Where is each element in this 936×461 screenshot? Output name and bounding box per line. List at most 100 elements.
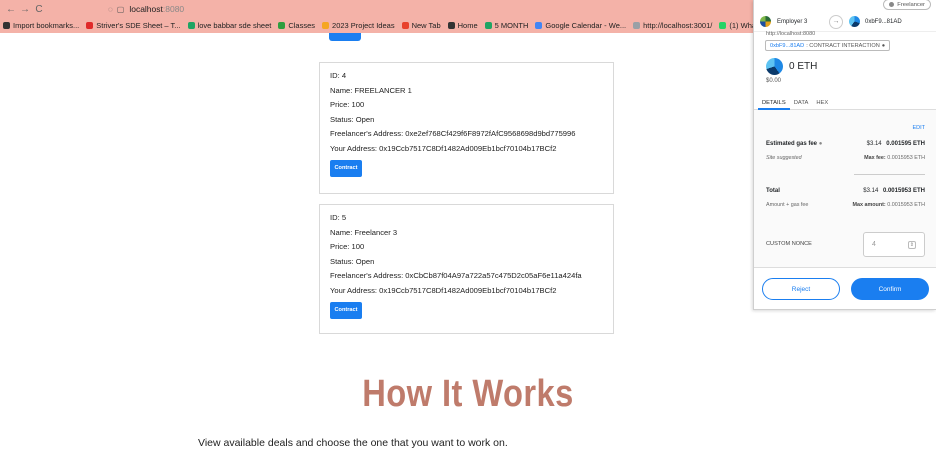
bookmark-favicon-icon <box>322 22 330 29</box>
bookmark-item[interactable]: Import bookmarks... <box>3 21 79 30</box>
gas-fee-eth: 0.001595 ETH <box>886 141 925 147</box>
bookmark-label: Home <box>457 21 478 30</box>
eth-amount: 0 ETH <box>789 61 818 72</box>
bookmark-label: http://localhost:3001/ <box>643 21 713 30</box>
address-bar[interactable]: ◌ ▢ localhost:8080 <box>104 2 188 16</box>
nonce-value: 4 <box>872 241 876 248</box>
screen: ← → C ◌ ▢ localhost:8080 Import bookmark… <box>0 0 936 461</box>
details-divider <box>854 174 925 175</box>
bookmark-favicon-icon <box>86 22 94 29</box>
info-icon: ● <box>818 141 823 147</box>
arrow-right-icon: → <box>829 14 843 29</box>
forward-arrow-icon[interactable]: → <box>18 4 32 15</box>
bookmark-item[interactable]: 2023 Project Ideas <box>322 21 395 30</box>
contract-button-partial[interactable] <box>329 33 361 41</box>
total-usd: $3.14 <box>863 188 879 194</box>
bookmark-label: Striver's SDE Sheet – T... <box>96 21 181 30</box>
origin-url: http://localhost:8080 <box>766 31 816 36</box>
bookmark-item[interactable]: 5 MONTH <box>484 21 529 30</box>
edit-link[interactable]: EDIT <box>912 125 925 131</box>
bookmark-item[interactable]: http://localhost:3001/ <box>633 21 712 30</box>
tab-hex[interactable]: HEX <box>812 96 832 110</box>
network-selector[interactable]: Freelancer <box>883 0 931 10</box>
bookmark-favicon-icon <box>719 22 727 29</box>
bookmark-label: 2023 Project Ideas <box>332 21 395 30</box>
deal-status: Status: Open <box>330 114 375 124</box>
deal-name: Name: FREELANCER 1 <box>330 85 412 95</box>
bookmark-label: 5 MONTH <box>494 21 529 30</box>
bookmark-label: Google Calendar - We... <box>545 21 627 30</box>
deal-price: Price: 100 <box>330 100 365 109</box>
freelancer-address: Freelancer's Address: 0xe2ef768Cf429f6F8… <box>330 129 576 138</box>
gas-fee-label: Estimated gas fee ● <box>766 141 823 147</box>
deal-name: Name: Freelancer 3 <box>330 227 398 237</box>
network-dot-icon <box>889 2 895 7</box>
bookmark-favicon-icon <box>401 22 409 29</box>
bookmark-favicon-icon <box>3 22 10 29</box>
deal-id: ID: 5 <box>330 213 347 222</box>
from-account-name[interactable]: Employer 3 <box>777 19 829 25</box>
bookmark-label: Classes <box>288 21 316 30</box>
how-it-works-title: How It Works <box>362 373 574 415</box>
back-arrow-icon[interactable]: ← <box>4 4 18 15</box>
url-host: localhost <box>129 4 163 14</box>
total-eth: 0.0015953 ETH <box>882 188 925 194</box>
max-amount: Max amount: 0.0015953 ETH <box>852 202 925 208</box>
deal-id: ID: 4 <box>330 71 347 80</box>
amount-row: 0 ETH <box>766 58 817 75</box>
site-suggested-label: Site suggested <box>766 155 802 161</box>
network-name: Freelancer <box>897 1 925 8</box>
popup-header: Freelancer <box>754 0 936 12</box>
tab-details[interactable]: DETAILS <box>758 96 790 110</box>
popup-tabs: DETAILS DATA HEX <box>754 96 936 110</box>
freelancer-address: Freelancer's Address: 0xCbCb87f04A97a722… <box>330 271 582 280</box>
bookmark-item[interactable]: Home <box>447 21 478 30</box>
total-label: Total <box>766 188 780 194</box>
bookmark-label: Import bookmarks... <box>13 21 80 30</box>
bookmark-item[interactable]: Google Calendar - We... <box>535 21 626 30</box>
reload-icon[interactable]: C <box>32 4 46 15</box>
url-port: :8080 <box>162 4 185 14</box>
page-icon: ▢ <box>116 4 125 14</box>
contract-address: 0xbF9...81AD <box>770 42 805 49</box>
max-fee: Max fee: 0.0015953 ETH <box>864 155 925 161</box>
deal-card: ID: 4 Name: FREELANCER 1 Price: 100 Stat… <box>319 62 614 194</box>
deal-card: ID: 5 Name: Freelancer 3 Price: 100 Stat… <box>319 204 614 334</box>
to-account-avatar-icon <box>849 16 860 27</box>
details-panel: EDIT Estimated gas fee ● $3.14 0.001595 … <box>754 110 936 267</box>
bookmark-item[interactable]: Striver's SDE Sheet – T... <box>86 21 181 30</box>
tab-data[interactable]: DATA <box>790 96 813 110</box>
gas-fee-value: $3.14 0.001595 ETH <box>867 141 925 147</box>
to-account-address[interactable]: 0xbF9...81AD <box>865 19 902 25</box>
eth-logo-icon <box>766 58 783 75</box>
confirm-button[interactable]: Confirm <box>851 278 929 300</box>
contract-button[interactable]: Contract <box>330 302 362 319</box>
reject-button[interactable]: Reject <box>762 278 840 300</box>
shield-icon: ◌ <box>108 4 113 14</box>
custom-nonce-input[interactable]: 4 ⇕ <box>863 232 925 257</box>
contract-button[interactable]: Contract <box>330 160 362 177</box>
how-it-works-text: View available deals and choose the one … <box>198 437 508 449</box>
bookmark-favicon-icon <box>187 22 195 29</box>
contract-interaction-label: : CONTRACT INTERACTION <box>806 42 880 49</box>
info-icon: ● <box>881 42 886 49</box>
contract-interaction-pill[interactable]: 0xbF9...81AD : CONTRACT INTERACTION ● <box>765 40 891 51</box>
bookmark-item[interactable]: Classes <box>278 21 315 30</box>
bookmark-item[interactable]: love babbar sde sheet <box>187 21 272 30</box>
nonce-stepper-icon[interactable]: ⇕ <box>907 240 916 249</box>
gas-fee-usd: $3.14 <box>866 141 882 147</box>
bookmark-favicon-icon <box>278 22 286 29</box>
bookmark-favicon-icon <box>633 22 641 29</box>
your-address: Your Address: 0x19Ccb7517C8Df1482Ad009Eb… <box>330 285 557 295</box>
bookmark-label: love babbar sde sheet <box>197 21 272 30</box>
fiat-amount: $0.00 <box>766 78 782 84</box>
bookmark-favicon-icon <box>447 22 455 29</box>
bookmark-label: New Tab <box>411 21 441 30</box>
custom-nonce-label: CUSTOM NONCE <box>766 241 812 247</box>
account-row: Employer 3 → 0xbF9...81AD <box>754 12 936 32</box>
total-value: $3.14 0.0015953 ETH <box>863 188 925 194</box>
bookmark-item[interactable]: New Tab <box>401 21 441 30</box>
deal-status: Status: Open <box>330 256 375 266</box>
popup-footer: Reject Confirm <box>754 267 936 309</box>
bookmark-favicon-icon <box>484 22 492 29</box>
